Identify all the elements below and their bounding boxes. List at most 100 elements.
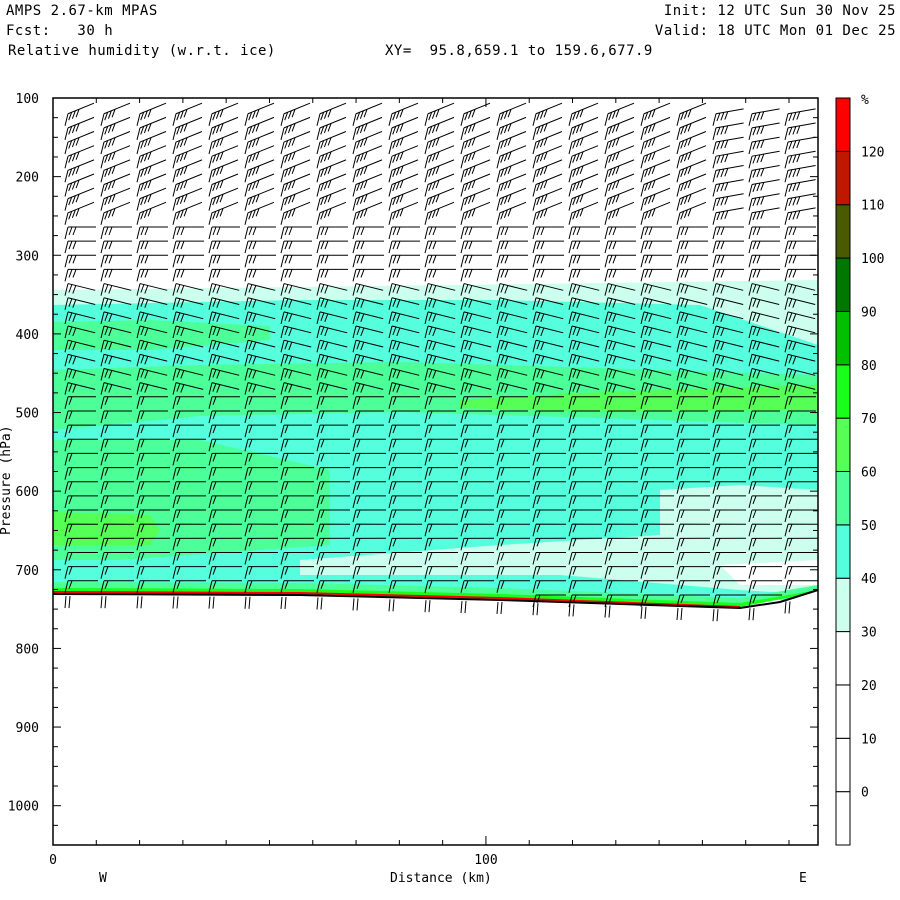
colorbar-swatch xyxy=(835,97,851,152)
wind-barb xyxy=(172,254,205,268)
wind-barb xyxy=(172,268,205,282)
wind-barb xyxy=(352,102,383,126)
y-tick-label: 300 xyxy=(16,249,39,264)
wind-barb xyxy=(136,201,167,225)
wind-barb xyxy=(352,173,383,197)
wind-barb xyxy=(280,226,313,240)
wind-barb xyxy=(676,102,707,126)
wind-barb xyxy=(172,201,203,225)
wind-barb xyxy=(784,268,817,282)
wind-barb xyxy=(604,187,635,211)
wind-barb xyxy=(316,159,347,183)
colorbar-swatch xyxy=(835,631,851,686)
colorbar-label: 120 xyxy=(861,145,884,160)
wind-barb xyxy=(784,108,816,126)
wind-barb xyxy=(244,145,275,169)
wind-barb xyxy=(208,173,239,197)
wind-barb xyxy=(784,226,817,240)
wind-barb xyxy=(496,131,527,155)
wind-barb xyxy=(388,187,419,211)
x-tick-label: 0 xyxy=(49,853,57,868)
wind-barb xyxy=(784,193,816,211)
wind-barb xyxy=(604,145,635,169)
wind-barb xyxy=(280,173,311,197)
wind-barb xyxy=(676,187,707,211)
wind-barb xyxy=(316,254,349,268)
wind-barb xyxy=(64,131,95,155)
wind-barb xyxy=(568,187,599,211)
wind-barb xyxy=(424,254,457,268)
wind-barb xyxy=(424,187,455,211)
wind-barb xyxy=(136,226,169,240)
wind-barb xyxy=(64,201,95,225)
wind-barb xyxy=(532,226,565,240)
wind-barb xyxy=(352,201,383,225)
wind-barb xyxy=(100,240,133,254)
colorbar-swatch xyxy=(835,257,851,312)
wind-barb xyxy=(244,131,275,155)
wind-barb xyxy=(460,187,491,211)
colorbar-label: 90 xyxy=(861,305,877,320)
wind-barb xyxy=(784,254,817,268)
wind-barb xyxy=(64,102,95,126)
wind-barb xyxy=(712,179,744,197)
wind-barb xyxy=(208,268,241,282)
wind-barb xyxy=(568,254,601,268)
wind-barb xyxy=(604,268,637,282)
wind-barb xyxy=(748,240,781,254)
wind-barb xyxy=(388,240,421,254)
wind-barb xyxy=(748,136,780,155)
wind-barb xyxy=(316,226,349,240)
wind-barb xyxy=(208,254,241,268)
colorbar-swatch xyxy=(835,577,851,633)
wind-barb xyxy=(316,187,347,211)
wind-barb xyxy=(352,254,385,268)
wind-barb xyxy=(568,131,599,155)
wind-barb xyxy=(388,102,419,126)
wind-barb xyxy=(100,145,131,169)
wind-barb xyxy=(676,254,709,268)
wind-barb xyxy=(64,254,97,268)
wind-barb xyxy=(208,102,239,126)
y-tick-label: 500 xyxy=(16,407,39,422)
wind-barb xyxy=(532,159,563,183)
wind-barb xyxy=(172,145,203,169)
y-axis-label: Pressure (hPa) xyxy=(0,425,14,535)
wind-barb xyxy=(460,173,491,197)
wind-barb xyxy=(460,131,491,155)
wind-barb xyxy=(784,240,817,254)
wind-barb xyxy=(496,145,527,169)
y-tick-label: 700 xyxy=(16,564,39,579)
wind-barb xyxy=(532,102,563,126)
wind-barb xyxy=(172,240,205,254)
colorbar-swatch xyxy=(835,737,851,793)
wind-barb xyxy=(532,240,565,254)
wind-barb xyxy=(460,268,493,282)
wind-barb xyxy=(244,268,277,282)
wind-barb xyxy=(316,201,347,225)
wind-barb xyxy=(100,254,133,268)
wind-barb xyxy=(676,131,707,155)
wind-barb xyxy=(100,102,131,126)
wind-barb xyxy=(532,268,565,282)
wind-barb xyxy=(568,226,601,240)
wind-barb xyxy=(280,145,311,169)
wind-barb xyxy=(388,145,419,169)
wind-barb xyxy=(568,240,601,254)
y-tick-label: 600 xyxy=(16,485,39,500)
wind-barb xyxy=(100,268,133,282)
wind-barb xyxy=(784,150,816,169)
colorbar-swatch xyxy=(835,471,851,526)
wind-barb xyxy=(280,159,311,183)
wind-barb xyxy=(424,268,457,282)
wind-barb xyxy=(208,226,241,240)
wind-barb xyxy=(316,102,347,126)
y-tick-label: 400 xyxy=(16,328,39,343)
colorbar-label: 70 xyxy=(861,412,877,427)
wind-barb xyxy=(496,187,527,211)
wind-barb xyxy=(424,159,455,183)
colorbar-label: 10 xyxy=(861,732,877,747)
wind-barb xyxy=(604,226,637,240)
colorbar-swatch xyxy=(835,364,851,419)
wind-barb xyxy=(280,102,311,126)
